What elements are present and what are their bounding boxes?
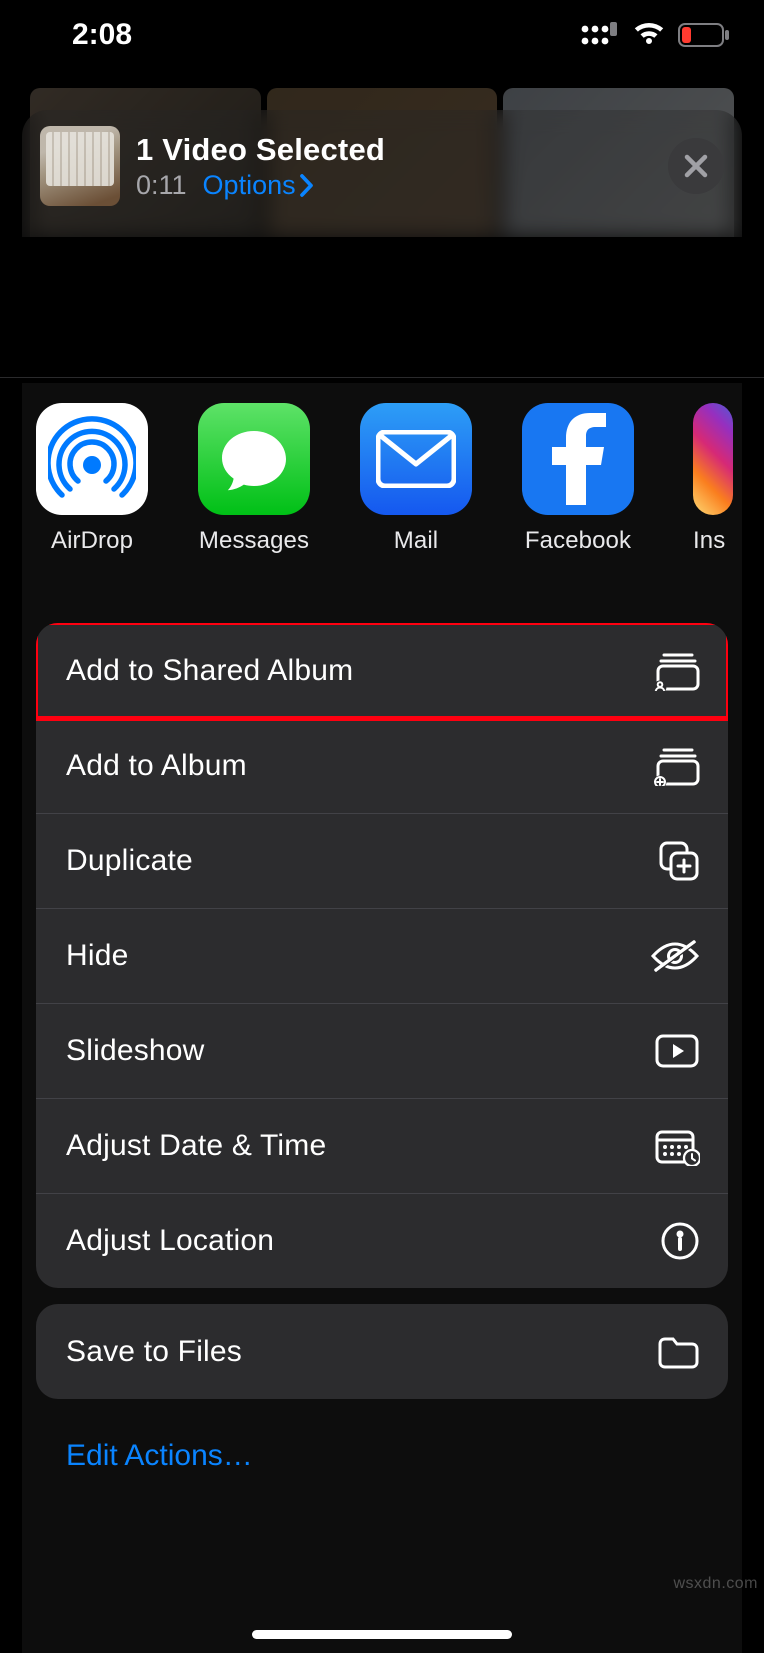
share-sheet: 1 Video Selected 0:11 Options [22, 110, 742, 1653]
cellular-icon [580, 22, 620, 48]
share-app-label: Facebook [525, 527, 631, 555]
options-link-label: Options [203, 170, 296, 201]
action-label: Duplicate [66, 844, 193, 878]
action-duplicate[interactable]: Duplicate [36, 813, 728, 908]
action-save-to-files[interactable]: Save to Files [36, 1304, 728, 1399]
options-link[interactable]: Options [203, 170, 315, 201]
screen: 2:08 1 Video Selected 0:11 Options [0, 0, 764, 1653]
action-add-to-shared-album[interactable]: Add to Shared Album [36, 623, 728, 718]
action-adjust-location[interactable]: Adjust Location [36, 1193, 728, 1288]
share-app-instagram[interactable]: Ins [684, 403, 742, 555]
action-adjust-date-time[interactable]: Adjust Date & Time [36, 1098, 728, 1193]
instagram-icon [693, 403, 733, 515]
action-label: Save to Files [66, 1335, 242, 1369]
duplicate-icon [658, 840, 700, 882]
location-icon [660, 1221, 700, 1261]
share-app-label: AirDrop [51, 527, 133, 555]
shared-album-icon [654, 651, 700, 691]
share-app-label: Messages [199, 527, 309, 555]
add-album-icon [654, 746, 700, 786]
hide-icon [650, 938, 700, 974]
share-header: 1 Video Selected 0:11 Options [22, 110, 742, 220]
share-apps-row[interactable]: AirDrop Messages Mail Facebook [22, 403, 742, 555]
actions-container: Add to Shared Album Add to Album Duplica… [36, 623, 728, 1473]
action-hide[interactable]: Hide [36, 908, 728, 1003]
thin-separator [0, 377, 764, 378]
action-label: Add to Shared Album [66, 654, 353, 688]
status-bar: 2:08 [0, 0, 764, 70]
share-header-text: 1 Video Selected 0:11 Options [136, 132, 668, 201]
home-indicator[interactable] [252, 1630, 512, 1639]
dark-gap [0, 237, 764, 383]
close-button[interactable] [668, 138, 724, 194]
share-app-mail[interactable]: Mail [360, 403, 472, 555]
share-app-label: Mail [394, 527, 438, 555]
actions-group-files: Save to Files [36, 1304, 728, 1399]
mail-icon [360, 403, 472, 515]
action-label: Adjust Date & Time [66, 1129, 326, 1163]
folder-icon [656, 1335, 700, 1369]
share-subheader: 0:11 Options [136, 170, 668, 201]
action-label: Adjust Location [66, 1224, 274, 1258]
action-label: Add to Album [66, 749, 247, 783]
calendar-clock-icon [654, 1126, 700, 1166]
action-label: Slideshow [66, 1034, 205, 1068]
airdrop-icon [36, 403, 148, 515]
share-app-facebook[interactable]: Facebook [522, 403, 634, 555]
slideshow-icon [654, 1033, 700, 1069]
close-icon [683, 153, 709, 179]
status-icons [580, 22, 730, 48]
action-slideshow[interactable]: Slideshow [36, 1003, 728, 1098]
battery-low-icon [678, 23, 730, 47]
action-add-to-album[interactable]: Add to Album [36, 718, 728, 813]
messages-icon [198, 403, 310, 515]
actions-group-main: Add to Shared Album Add to Album Duplica… [36, 623, 728, 1288]
status-time: 2:08 [72, 18, 132, 52]
share-app-messages[interactable]: Messages [198, 403, 310, 555]
edit-actions-link[interactable]: Edit Actions… [36, 1439, 728, 1473]
selection-thumbnail [40, 126, 120, 206]
wifi-icon [632, 22, 666, 48]
video-duration: 0:11 [136, 170, 187, 201]
chevron-right-icon [300, 174, 315, 197]
share-app-label: Ins [693, 527, 733, 555]
facebook-icon [522, 403, 634, 515]
action-label: Hide [66, 939, 129, 973]
share-app-airdrop[interactable]: AirDrop [36, 403, 148, 555]
watermark-text: wsxdn.com [673, 1575, 758, 1593]
share-title: 1 Video Selected [136, 132, 668, 168]
